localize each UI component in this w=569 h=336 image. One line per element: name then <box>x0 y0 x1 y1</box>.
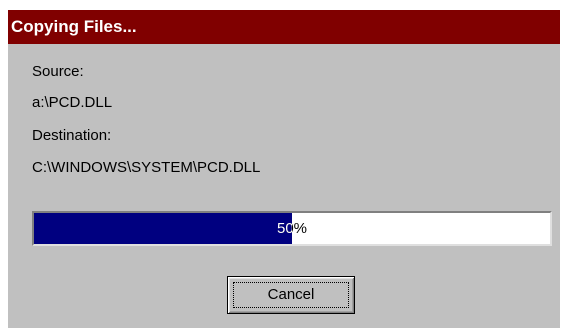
progress-percent-text-overlay: 50% <box>34 213 292 244</box>
cancel-button-label: Cancel <box>267 286 315 303</box>
title-bar[interactable]: Copying Files... <box>8 10 560 44</box>
window-title: Copying Files... <box>11 17 137 36</box>
source-label: Source: <box>32 63 84 80</box>
destination-path: C:\WINDOWS\SYSTEM\PCD.DLL <box>32 159 261 176</box>
cancel-button[interactable]: Cancel <box>227 276 355 314</box>
progress-percent-text-inverted: 50% <box>276 220 292 237</box>
copying-files-dialog: Copying Files... Source: a:\PCD.DLL Dest… <box>8 10 560 328</box>
progress-bar: 50% 50% <box>32 211 552 246</box>
destination-label: Destination: <box>32 127 112 144</box>
source-path: a:\PCD.DLL <box>32 94 113 111</box>
